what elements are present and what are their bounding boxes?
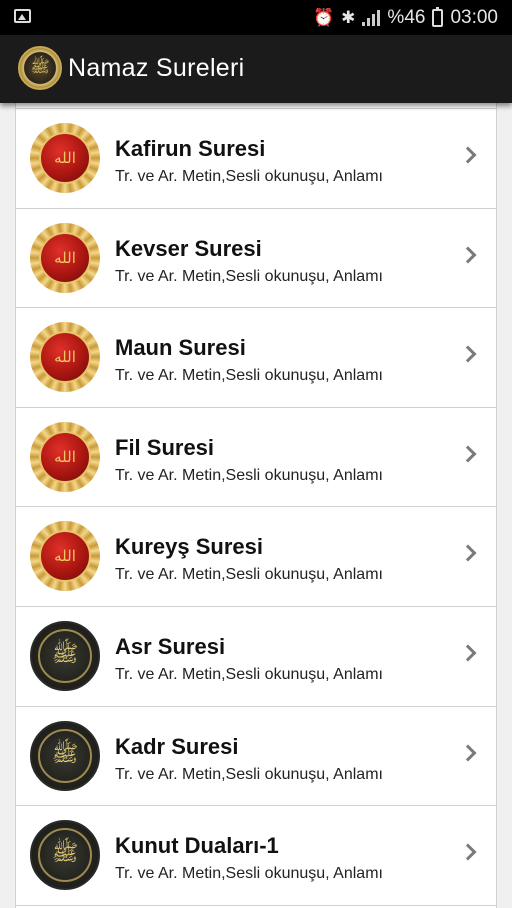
item-subtitle: Tr. ve Ar. Metin,Sesli okunuşu, Anlamı bbox=[115, 765, 383, 783]
chevron-right-icon bbox=[459, 744, 477, 762]
alarm-icon: ⏰ bbox=[313, 8, 335, 27]
calligraphy-seal-icon: ﷺ bbox=[18, 46, 62, 90]
item-title: Kafirun Suresi bbox=[115, 136, 266, 161]
chevron-right-icon bbox=[459, 644, 477, 662]
item-title: Kadr Suresi bbox=[115, 733, 239, 759]
chevron-right-icon bbox=[459, 246, 477, 264]
list-item[interactable]: ﷺ Asr Suresi Tr. ve Ar. Metin,Sesli okun… bbox=[16, 606, 496, 707]
chevron-right-icon bbox=[459, 843, 477, 861]
item-title: Kunut Duaları-1 bbox=[115, 833, 279, 859]
gear-medallion-icon: الله bbox=[30, 322, 100, 393]
calligraphy-seal-icon: ﷺ bbox=[30, 820, 100, 891]
status-icons: ⏰ ✱ %46 03:00 bbox=[313, 6, 498, 30]
gear-medallion-icon: الله bbox=[30, 222, 100, 293]
gear-medallion-icon: الله bbox=[30, 421, 100, 492]
item-title: Asr Suresi bbox=[115, 633, 226, 659]
item-title: Fil Suresi bbox=[115, 434, 215, 460]
item-subtitle: Tr. ve Ar. Metin,Sesli okunuşu, Anlamı bbox=[115, 865, 383, 883]
signal-icon bbox=[362, 10, 381, 26]
battery-icon bbox=[432, 7, 444, 27]
gear-medallion-icon: الله bbox=[30, 521, 100, 592]
chevron-right-icon bbox=[459, 146, 477, 164]
battery-percent: %46 bbox=[387, 7, 426, 28]
item-subtitle: Tr. ve Ar. Metin,Sesli okunuşu, Anlamı bbox=[115, 566, 383, 584]
item-subtitle: Tr. ve Ar. Metin,Sesli okunuşu, Anlamı bbox=[115, 466, 383, 484]
item-subtitle: Tr. ve Ar. Metin,Sesli okunuşu, Anlamı bbox=[115, 665, 383, 683]
app-bar: ﷺ Namaz Sureleri bbox=[0, 35, 512, 103]
list-item[interactable]: الله Fil Suresi Tr. ve Ar. Metin,Sesli o… bbox=[16, 407, 496, 508]
item-subtitle: Tr. ve Ar. Metin,Sesli okunuşu, Anlamı bbox=[115, 267, 383, 285]
status-bar: ⏰ ✱ %46 03:00 bbox=[0, 0, 512, 35]
app-title: Namaz Sureleri bbox=[68, 54, 245, 82]
item-title: Kureyş Suresi bbox=[115, 534, 263, 560]
bluetooth-icon: ✱ bbox=[341, 8, 356, 27]
item-subtitle: Tr. ve Ar. Metin,Sesli okunuşu, Anlamı bbox=[115, 168, 383, 185]
chevron-right-icon bbox=[459, 445, 477, 463]
calligraphy-seal-icon: ﷺ bbox=[30, 720, 100, 791]
image-icon bbox=[14, 9, 31, 23]
item-title: Maun Suresi bbox=[115, 335, 246, 361]
list-item[interactable]: ﷺ Kadr Suresi Tr. ve Ar. Metin,Sesli oku… bbox=[16, 706, 496, 807]
list-item[interactable]: الله Kevser Suresi Tr. ve Ar. Metin,Sesl… bbox=[16, 208, 496, 309]
sure-list[interactable]: الله Kafirun Suresi Tr. ve Ar. Metin,Ses… bbox=[15, 103, 497, 908]
calligraphy-seal-icon: ﷺ bbox=[30, 620, 100, 691]
list-item[interactable]: الله Kafirun Suresi Tr. ve Ar. Metin,Ses… bbox=[16, 109, 496, 209]
list-item[interactable]: الله Maun Suresi Tr. ve Ar. Metin,Sesli … bbox=[16, 308, 496, 408]
clock: 03:00 bbox=[450, 7, 498, 28]
item-title: Kevser Suresi bbox=[115, 235, 262, 261]
item-subtitle: Tr. ve Ar. Metin,Sesli okunuşu, Anlamı bbox=[115, 367, 383, 385]
gear-medallion-icon: الله bbox=[30, 123, 100, 193]
chevron-right-icon bbox=[459, 544, 477, 562]
list-item[interactable]: الله Kureyş Suresi Tr. ve Ar. Metin,Sesl… bbox=[16, 507, 496, 607]
chevron-right-icon bbox=[459, 345, 477, 363]
list-item[interactable]: ﷺ Kunut Duaları-1 Tr. ve Ar. Metin,Sesli… bbox=[16, 806, 496, 906]
